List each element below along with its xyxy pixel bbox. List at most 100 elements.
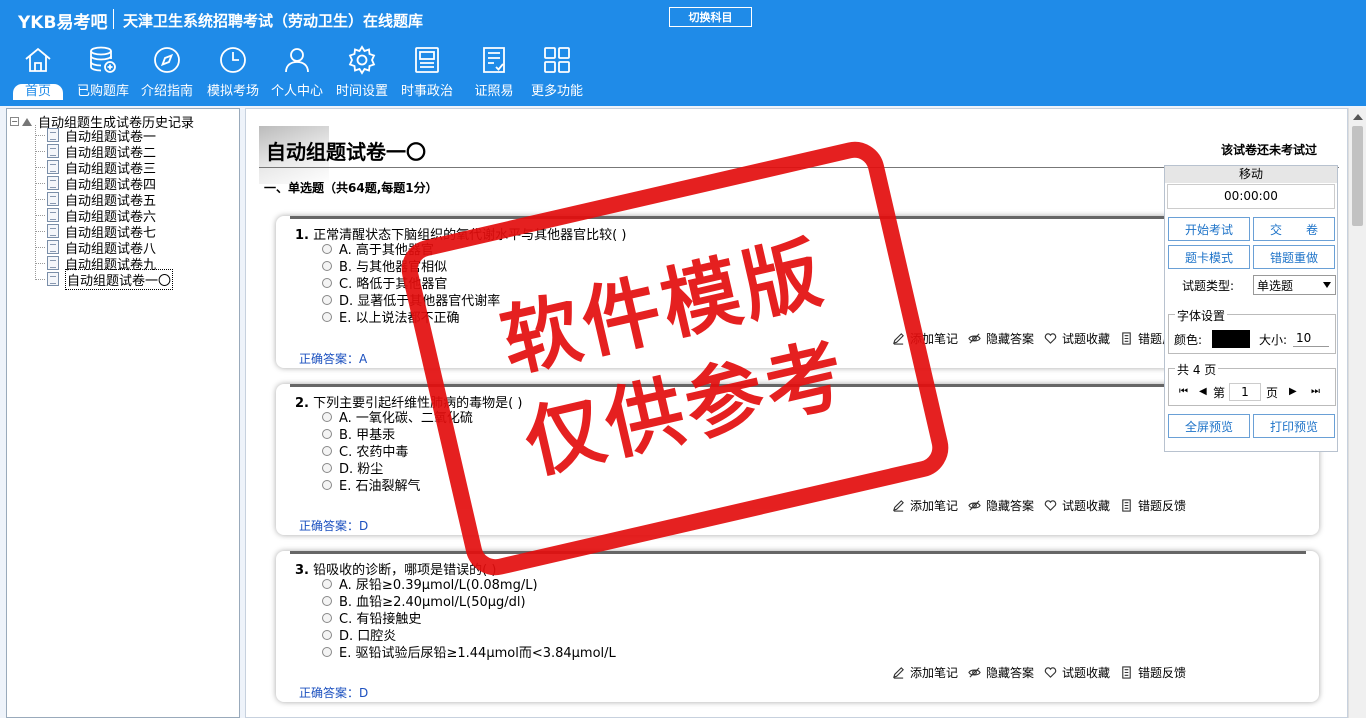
prev-page-icon[interactable]: ◀ <box>1199 386 1207 397</box>
app-header: YKB易考吧 天津卫生系统招聘考试（劳动卫生）在线题库 切换科目 首页 已购题库… <box>0 0 1366 106</box>
nav-profile[interactable]: 个人中心 <box>266 44 328 104</box>
option-d[interactable]: D. 显著低于其他器官代谢率 <box>322 291 500 309</box>
newspaper-icon <box>415 47 439 73</box>
document-icon <box>47 224 59 238</box>
nav-label: 证照易 <box>474 84 514 99</box>
correct-answer: 正确答案：A <box>299 352 368 366</box>
hide-answer-button[interactable]: 隐藏答案 <box>968 330 1034 347</box>
eye-hidden-icon <box>968 499 981 511</box>
report-error-button[interactable]: 错题反馈 <box>1120 664 1186 681</box>
last-page-icon[interactable]: ⏭ <box>1311 386 1320 397</box>
next-page-icon[interactable]: ▶ <box>1289 386 1297 397</box>
page-number-input[interactable]: 1 <box>1229 383 1261 401</box>
option-d[interactable]: D. 粉尘 <box>322 459 383 477</box>
report-icon <box>1122 665 1131 679</box>
nav-mock-exam[interactable]: 模拟考场 <box>201 44 265 104</box>
panel-drag-handle[interactable]: 移动 <box>1165 166 1337 183</box>
heart-icon <box>1044 666 1057 678</box>
heart-icon <box>1044 332 1057 344</box>
add-note-button[interactable]: 添加笔记 <box>892 664 958 681</box>
vertical-scrollbar[interactable] <box>1348 108 1366 718</box>
radio-button[interactable] <box>322 462 332 473</box>
favorite-button[interactable]: 试题收藏 <box>1044 330 1110 347</box>
question-card: 2. 下列主要引起纤维性肺病的毒物是( ) A. 一氧化碳、二氧化硫 B. 甲基… <box>276 384 1319 535</box>
nav-more[interactable]: 更多功能 <box>526 44 588 104</box>
chevron-down-icon <box>1323 282 1331 288</box>
database-icon <box>90 46 116 73</box>
option-b[interactable]: B. 血铅≥2.40μmol/L(50μg/dl) <box>322 592 526 610</box>
question-type-select[interactable]: 单选题 <box>1253 275 1336 295</box>
radio-button[interactable] <box>322 445 332 456</box>
option-c[interactable]: C. 有铅接触史 <box>322 609 421 627</box>
hide-answer-button[interactable]: 隐藏答案 <box>968 497 1034 514</box>
radio-button[interactable] <box>322 260 332 271</box>
print-preview-button[interactable]: 打印预览 <box>1253 414 1335 438</box>
option-d[interactable]: D. 口腔炎 <box>322 626 396 644</box>
document-icon <box>47 208 59 222</box>
question-type-label: 试题类型: <box>1182 279 1235 293</box>
pagination: 共 4 页 ⏮ ◀ 第 1 页 ▶ ⏭ <box>1168 361 1336 406</box>
nav-time-settings[interactable]: 时间设置 <box>332 44 392 104</box>
option-a[interactable]: A. 一氧化碳、二氧化硫 <box>322 408 473 426</box>
option-b[interactable]: B. 甲基汞 <box>322 425 395 443</box>
switch-subject-button[interactable]: 切换科目 <box>669 7 752 27</box>
collapse-icon[interactable]: − <box>10 117 19 126</box>
radio-button[interactable] <box>322 612 332 623</box>
radio-button[interactable] <box>322 311 332 322</box>
scroll-up-icon[interactable] <box>1353 114 1363 120</box>
nav-home[interactable]: 首页 <box>9 44 67 104</box>
size-label: 大小: <box>1259 333 1288 347</box>
nav-license[interactable]: 证照易 <box>468 44 520 104</box>
exam-timer: 00:00:00 <box>1167 184 1335 209</box>
font-color-swatch[interactable] <box>1212 330 1250 348</box>
document-icon <box>47 176 59 190</box>
radio-button[interactable] <box>322 411 332 422</box>
first-page-icon[interactable]: ⏮ <box>1179 386 1188 397</box>
report-error-button[interactable]: 错题反馈 <box>1120 497 1186 514</box>
option-e[interactable]: E. 石油裂解气 <box>322 476 420 494</box>
nav-current-affairs[interactable]: 时事政治 <box>397 44 457 104</box>
pencil-icon <box>892 499 904 512</box>
tree-item-selected[interactable]: 自动组题试卷一〇 <box>35 268 174 290</box>
radio-button[interactable] <box>322 629 332 640</box>
option-a[interactable]: A. 高于其他器官 <box>322 240 434 258</box>
scrollbar-thumb[interactable] <box>1352 126 1363 226</box>
favorite-button[interactable]: 试题收藏 <box>1044 497 1110 514</box>
redo-wrong-button[interactable]: 错题重做 <box>1253 245 1335 269</box>
heart-icon <box>1044 499 1057 511</box>
option-c[interactable]: C. 农药中毒 <box>322 442 408 460</box>
start-exam-button[interactable]: 开始考试 <box>1168 217 1250 241</box>
radio-button[interactable] <box>322 578 332 589</box>
radio-button[interactable] <box>322 277 332 288</box>
radio-button[interactable] <box>322 243 332 254</box>
option-e[interactable]: E. 以上说法都不正确 <box>322 308 459 326</box>
nav-purchased[interactable]: 已购题库 <box>73 44 133 104</box>
option-a[interactable]: A. 尿铅≥0.39μmol/L(0.08mg/L) <box>322 575 538 593</box>
report-icon <box>1122 498 1131 512</box>
radio-button[interactable] <box>322 595 332 606</box>
font-size-input[interactable]: 10 <box>1293 329 1329 347</box>
option-c[interactable]: C. 略低于其他器官 <box>322 274 447 292</box>
add-note-button[interactable]: 添加笔记 <box>892 497 958 514</box>
card-mode-button[interactable]: 题卡模式 <box>1168 245 1250 269</box>
hide-answer-button[interactable]: 隐藏答案 <box>968 664 1034 681</box>
pencil-icon <box>892 332 904 345</box>
radio-button[interactable] <box>322 428 332 439</box>
checklist-icon <box>483 47 505 73</box>
favorite-button[interactable]: 试题收藏 <box>1044 664 1110 681</box>
radio-button[interactable] <box>322 294 332 305</box>
add-note-button[interactable]: 添加笔记 <box>892 330 958 347</box>
option-e[interactable]: E. 驱铅试验后尿铅≥1.44μmol而<3.84μmol/L <box>322 643 616 661</box>
app-title: 天津卫生系统招聘考试（劳动卫生）在线题库 <box>123 12 424 30</box>
radio-button[interactable] <box>322 479 332 490</box>
fullscreen-preview-button[interactable]: 全屏预览 <box>1168 414 1250 438</box>
document-icon <box>47 256 59 270</box>
option-b[interactable]: B. 与其他器官相似 <box>322 257 447 275</box>
font-settings-legend: 字体设置 <box>1175 307 1228 324</box>
brand-logo: YKB易考吧 <box>18 13 108 33</box>
nav-guide[interactable]: 介绍指南 <box>137 44 197 104</box>
radio-button[interactable] <box>322 646 332 657</box>
home-icon <box>25 47 51 72</box>
font-settings: 字体设置 颜色: 大小: 10 <box>1168 307 1336 354</box>
submit-button[interactable]: 交 卷 <box>1253 217 1335 241</box>
